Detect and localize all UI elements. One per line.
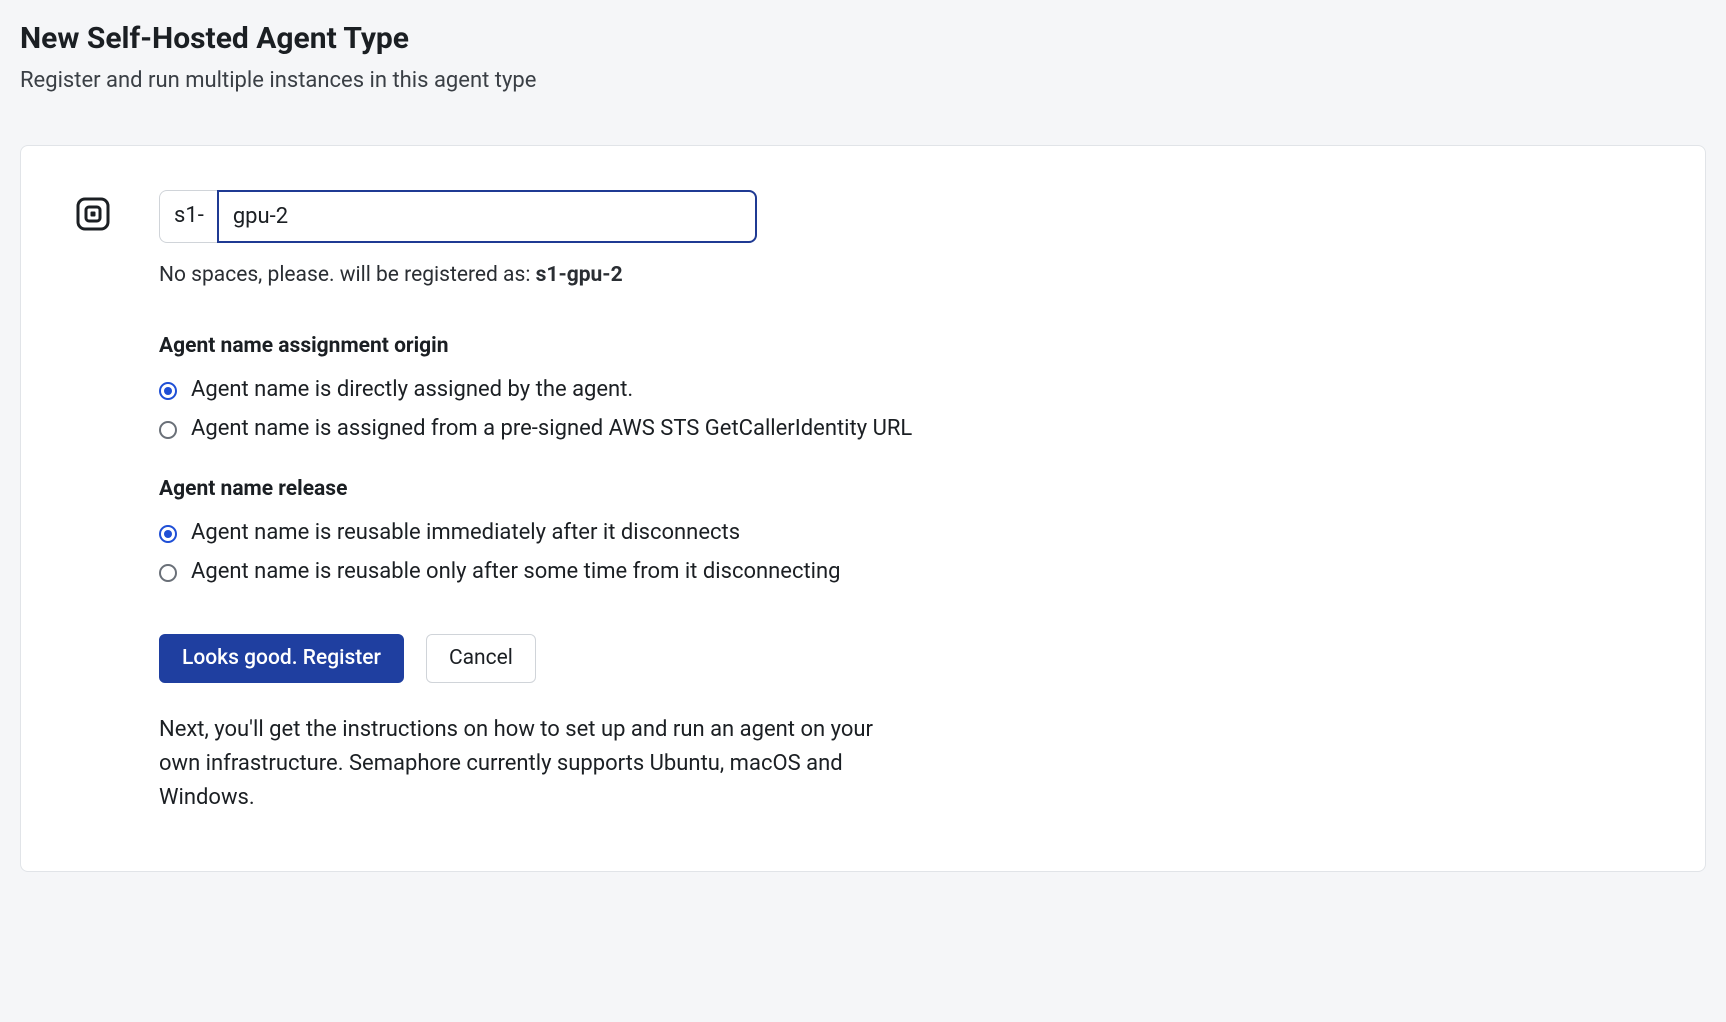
release-radio-immediate[interactable] bbox=[159, 525, 177, 543]
agent-name-hint: No spaces, please. will be registered as… bbox=[159, 261, 1259, 290]
origin-option-direct-label: Agent name is directly assigned by the a… bbox=[191, 375, 633, 406]
page-root: New Self-Hosted Agent Type Register and … bbox=[0, 0, 1726, 912]
origin-option-direct[interactable]: Agent name is directly assigned by the a… bbox=[159, 375, 1259, 406]
agent-icon-col bbox=[75, 190, 111, 232]
agent-name-hint-text: No spaces, please. will be registered as… bbox=[159, 263, 536, 287]
origin-radio-aws[interactable] bbox=[159, 421, 177, 439]
agent-name-input[interactable] bbox=[217, 190, 757, 243]
release-option-immediate[interactable]: Agent name is reusable immediately after… bbox=[159, 518, 1259, 549]
form-card: s1- No spaces, please. will be registere… bbox=[20, 145, 1706, 873]
origin-option-aws[interactable]: Agent name is assigned from a pre-signed… bbox=[159, 414, 1259, 445]
release-option-delayed[interactable]: Agent name is reusable only after some t… bbox=[159, 557, 1259, 588]
origin-radio-direct[interactable] bbox=[159, 382, 177, 400]
release-option-delayed-label: Agent name is reusable only after some t… bbox=[191, 557, 841, 588]
agent-name-input-group: s1- bbox=[159, 190, 1259, 243]
release-radio-group: Agent name is reusable immediately after… bbox=[159, 518, 1259, 588]
origin-radio-group: Agent name is directly assigned by the a… bbox=[159, 375, 1259, 445]
release-option-immediate-label: Agent name is reusable immediately after… bbox=[191, 518, 740, 549]
agent-type-icon bbox=[75, 196, 111, 232]
agent-name-hint-value: s1-gpu-2 bbox=[536, 263, 623, 287]
origin-section-label: Agent name assignment origin bbox=[159, 332, 1259, 361]
page-title: New Self-Hosted Agent Type bbox=[20, 18, 1706, 60]
cancel-button[interactable]: Cancel bbox=[426, 634, 536, 683]
page-subtitle: Register and run multiple instances in t… bbox=[20, 66, 1706, 97]
agent-name-prefix: s1- bbox=[159, 190, 218, 243]
button-row: Looks good. Register Cancel bbox=[159, 634, 1259, 683]
origin-option-aws-label: Agent name is assigned from a pre-signed… bbox=[191, 414, 912, 445]
register-button[interactable]: Looks good. Register bbox=[159, 634, 404, 683]
release-section-label: Agent name release bbox=[159, 475, 1259, 504]
release-radio-delayed[interactable] bbox=[159, 564, 177, 582]
form-footnote: Next, you'll get the instructions on how… bbox=[159, 713, 879, 815]
